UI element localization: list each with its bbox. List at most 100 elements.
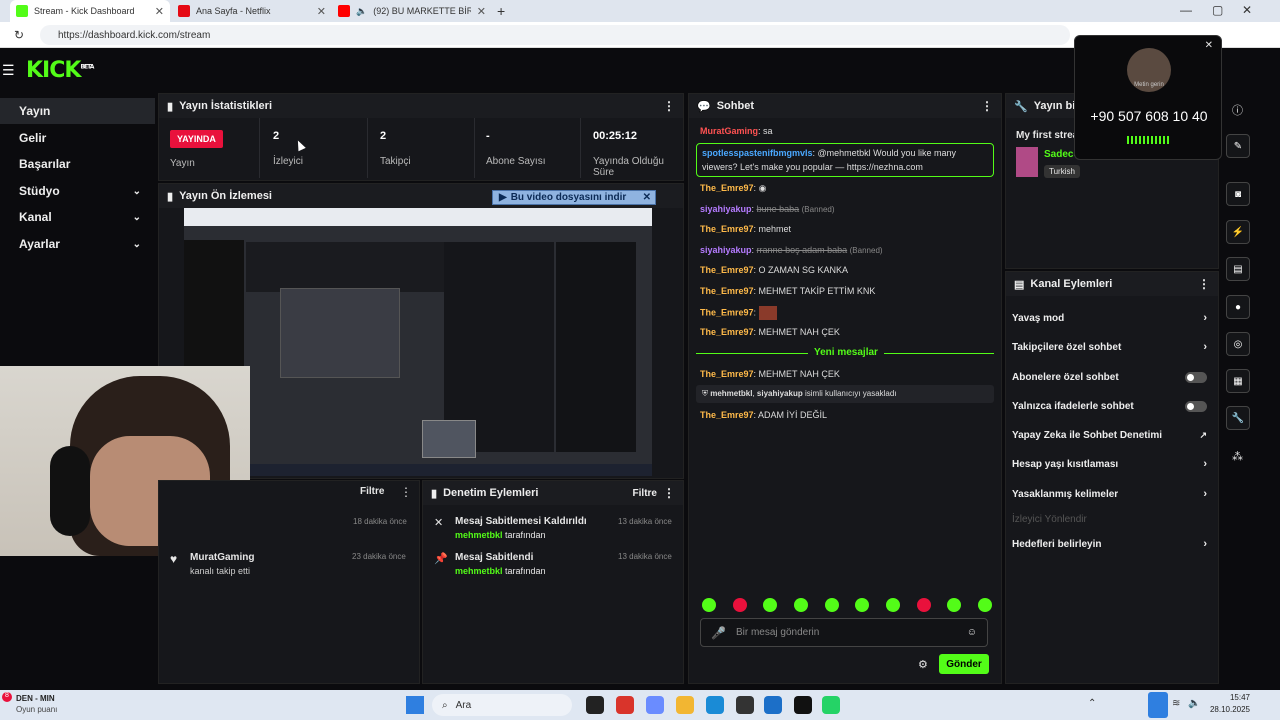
action-banned-words[interactable]: Yasaklanmış kelimeler › — [1012, 484, 1207, 504]
edit-icon[interactable]: ✎ — [1226, 134, 1250, 158]
moderator-name[interactable]: mehmetbkl — [455, 566, 503, 576]
info-icon[interactable]: ⓘ — [1232, 102, 1243, 118]
emote-icon[interactable] — [855, 598, 870, 612]
emote-icon[interactable] — [702, 598, 716, 612]
action-ai-moderation[interactable]: Yapay Zeka ile Sohbet Denetimi ↗ — [1012, 425, 1207, 445]
sidebar-item-ayarlar[interactable]: Ayarlar ⌄ — [0, 231, 155, 257]
stream-preview-video[interactable] — [184, 208, 652, 476]
chat-username[interactable]: The_Emre97 — [700, 327, 754, 337]
action-subscribers-only[interactable]: Abonelere özel sohbet — [1012, 367, 1207, 387]
lightning-icon[interactable]: ⚡ — [1226, 220, 1250, 244]
action-slow-mode[interactable]: Yavaş mod › — [1012, 308, 1207, 328]
chat-username[interactable]: The_Emre97 — [700, 224, 754, 234]
emotes-only-toggle[interactable] — [1185, 400, 1207, 412]
app-icon[interactable] — [616, 696, 634, 714]
chat-username[interactable]: spotlesspastenifbmgmvls — [702, 148, 813, 158]
camera-icon[interactable]: ◙ — [1226, 182, 1250, 206]
ban-mod[interactable]: mehmetbkl — [710, 389, 752, 398]
new-tab-icon[interactable]: + — [497, 3, 505, 19]
clock-date[interactable]: 28.10.2025 — [1204, 705, 1250, 714]
chat-bubble-icon[interactable]: ● — [1226, 295, 1250, 319]
document-icon[interactable]: ▤ — [1226, 257, 1250, 281]
close-icon[interactable]: ✕ — [643, 192, 655, 203]
chat-username[interactable]: siyahiyakup — [700, 204, 752, 214]
emote-icon[interactable] — [793, 598, 808, 612]
moderation-filter-button[interactable]: Filtre — [633, 488, 657, 499]
activity-filter-button[interactable]: Filtre — [360, 486, 384, 497]
more-options-icon[interactable]: ⋮ — [981, 99, 993, 113]
action-followers-only[interactable]: Takipçilere özel sohbet › — [1012, 337, 1207, 357]
emote-icon[interactable] — [885, 598, 900, 612]
action-account-age[interactable]: Hesap yaşı kısıtlaması › — [1012, 454, 1207, 474]
more-options-icon[interactable]: ⋮ — [663, 99, 675, 113]
more-options-icon[interactable]: ⋮ — [400, 485, 412, 499]
volume-icon[interactable]: 🔈 — [1188, 698, 1200, 709]
emoji-icon[interactable]: ☺ — [967, 627, 977, 638]
chat-username[interactable]: The_Emre97 — [700, 286, 754, 296]
emote-icon[interactable] — [947, 598, 962, 612]
ban-user[interactable]: siyahiyakup — [757, 389, 803, 398]
emote-icon[interactable] — [732, 598, 747, 612]
sidebar-item-basarilar[interactable]: Başarılar — [0, 151, 155, 177]
moderator-name[interactable]: mehmetbkl — [455, 530, 503, 540]
action-set-goals[interactable]: Hedefleri belirleyin › — [1012, 534, 1207, 554]
emote-icon[interactable] — [763, 598, 778, 612]
task-view-icon[interactable] — [586, 696, 604, 714]
close-icon[interactable]: ✕ — [1205, 40, 1213, 51]
more-options-icon[interactable]: ⋮ — [663, 486, 675, 500]
file-explorer-icon[interactable] — [676, 696, 694, 714]
wifi-icon[interactable]: ≋ — [1172, 698, 1180, 709]
chat-username[interactable]: The_Emre97 — [700, 307, 754, 317]
clock-time[interactable]: 15:47 — [1210, 693, 1250, 702]
broadcast-icon[interactable]: ◎ — [1226, 332, 1250, 356]
emote-icon[interactable] — [916, 598, 931, 612]
close-tab-icon[interactable]: ✕ — [477, 5, 486, 18]
emote-icon[interactable] — [977, 598, 992, 612]
chat-username[interactable]: The_Emre97 — [700, 369, 754, 379]
close-window-icon[interactable]: ✕ — [1242, 3, 1252, 17]
tab-kick-dashboard[interactable]: Stream - Kick Dashboard ✕ — [10, 0, 170, 22]
tray-chevron-icon[interactable]: ⌃ — [1088, 698, 1096, 709]
send-button[interactable]: Gönder — [939, 654, 989, 674]
sidebar-item-gelir[interactable]: Gelir — [0, 125, 155, 151]
store-icon[interactable] — [736, 696, 754, 714]
emote-icon[interactable] — [824, 598, 839, 612]
refresh-icon[interactable]: ↻ — [14, 28, 24, 42]
microphone-tray-icon[interactable] — [1148, 692, 1168, 718]
tab-netflix[interactable]: Ana Sayfa - Netflix ✕ — [172, 0, 332, 22]
copilot-icon[interactable] — [646, 696, 664, 714]
layout-icon[interactable]: ▦ — [1226, 369, 1250, 393]
subscribers-only-toggle[interactable] — [1185, 371, 1207, 383]
weather-title[interactable]: DEN - MIN — [16, 694, 55, 703]
settings-gear-icon[interactable]: ⚙ — [918, 658, 928, 671]
tab-youtube[interactable]: 🔈 (92) BU MARKETTE BİR ŞEYLE ✕ — [332, 0, 492, 22]
kick-logo[interactable]: KICKBETA — [26, 58, 94, 83]
close-tab-icon[interactable]: ✕ — [155, 5, 164, 18]
more-options-icon[interactable]: ⋮ — [1198, 277, 1210, 291]
menu-icon[interactable]: ☰ — [2, 62, 15, 79]
action-emotes-only[interactable]: Yalnızca ifadelerle sohbet — [1012, 396, 1207, 416]
chat-username[interactable]: The_Emre97 — [700, 410, 754, 420]
close-tab-icon[interactable]: ✕ — [317, 5, 326, 18]
chat-username[interactable]: The_Emre97 — [700, 265, 754, 275]
activity-user[interactable]: MuratGaming — [190, 552, 254, 563]
sidebar-item-yayin[interactable]: Yayın — [0, 98, 155, 124]
outlook-icon[interactable] — [764, 696, 782, 714]
download-video-button[interactable]: ▶ Bu video dosyasını indir ✕ — [492, 190, 656, 205]
windows-start-icon[interactable] — [406, 696, 424, 714]
chat-username[interactable]: MuratGaming — [700, 126, 758, 136]
apps-icon[interactable]: ⁂ — [1232, 450, 1243, 463]
whatsapp-icon[interactable] — [822, 696, 840, 714]
taskbar-search[interactable]: ⌕ Ara — [432, 694, 572, 716]
obs-icon[interactable] — [794, 696, 812, 714]
maximize-icon[interactable]: ▢ — [1212, 3, 1223, 17]
wrench-icon[interactable]: 🔧 — [1226, 406, 1250, 430]
chat-username[interactable]: The_Emre97 — [700, 183, 754, 193]
url-field[interactable]: https://dashboard.kick.com/stream — [40, 25, 1070, 45]
sidebar-item-studyo[interactable]: Stüdyo ⌄ — [0, 178, 155, 204]
sidebar-item-kanal[interactable]: Kanal ⌄ — [0, 204, 155, 230]
chat-input[interactable]: 🎤 Bir mesaj gönderin ☺ — [700, 618, 988, 647]
chat-username[interactable]: siyahiyakup — [700, 245, 752, 255]
microphone-icon[interactable]: 🎤 — [711, 626, 726, 640]
edge-icon[interactable] — [706, 696, 724, 714]
